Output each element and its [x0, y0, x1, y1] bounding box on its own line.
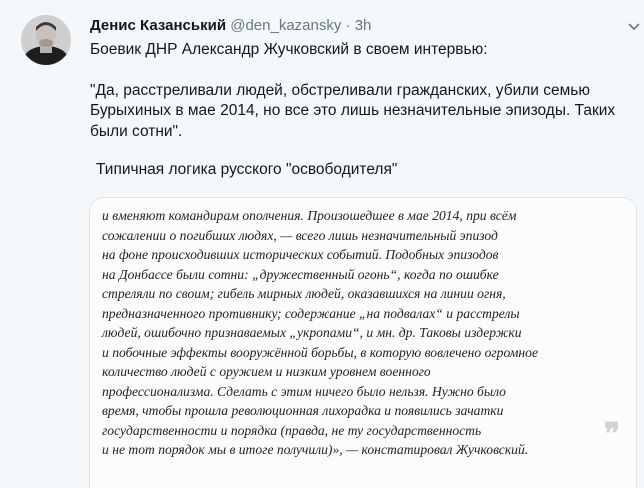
tweet-header: Денис Казанський @den_kazansky · 3h	[90, 15, 371, 37]
book-excerpt: и вменяют командирам ополчения. Произоше…	[102, 206, 617, 460]
tweet-text: Боевик ДНР Александр Жучковский в своем …	[90, 40, 635, 181]
excerpt-line: время, чтобы прошла революционная лихора…	[102, 403, 504, 418]
separator: ·	[345, 17, 351, 34]
excerpt-line: количество людей с оружием и низким уров…	[102, 364, 431, 379]
excerpt-line: на Донбассе были сотни: „дружественный о…	[102, 266, 499, 282]
quote-icon: ❞	[603, 418, 620, 451]
excerpt-line: профессионализма. Сделать с этим ничего …	[102, 383, 506, 399]
tweet[interactable]: Денис Казанський @den_kazansky · 3h Боев…	[0, 0, 644, 488]
avatar[interactable]	[21, 15, 71, 65]
timestamp[interactable]: 3h	[355, 17, 372, 34]
excerpt-line: и вменяют командирам ополчения. Произоше…	[102, 208, 517, 223]
excerpt-line: и побочные эффекты вооружённой борьбы, в…	[102, 344, 539, 360]
excerpt-line: и не тот порядок мы в итоге получили)», …	[102, 442, 529, 457]
excerpt-line: на фоне происходивших исторических событ…	[102, 247, 499, 262]
excerpt-line: сожалении о погибших людях, — всего лишь…	[102, 227, 498, 243]
chevron-down-icon[interactable]	[624, 16, 644, 36]
excerpt-line: стреляли по своим; гибель мирных людей, …	[102, 286, 506, 301]
excerpt-line: государственности и порядка (правда, не …	[102, 422, 482, 438]
author-name[interactable]: Денис Казанський	[90, 17, 226, 34]
author-handle[interactable]: @den_kazansky	[230, 17, 341, 34]
tweet-paragraph: Боевик ДНР Александр Жучковский в своем …	[90, 41, 488, 58]
excerpt-line: предназначенного противнику; содержание …	[102, 305, 520, 321]
tweet-paragraph: "Да, расстреливали людей, обстреливали г…	[90, 81, 616, 140]
excerpt-line: людей, ошибочно признаваемых „укропами“,…	[102, 325, 522, 340]
tweet-paragraph: Типичная логика русского "освободителя"	[96, 161, 398, 178]
attached-image[interactable]: и вменяют командирам ополчения. Произоше…	[89, 197, 637, 488]
